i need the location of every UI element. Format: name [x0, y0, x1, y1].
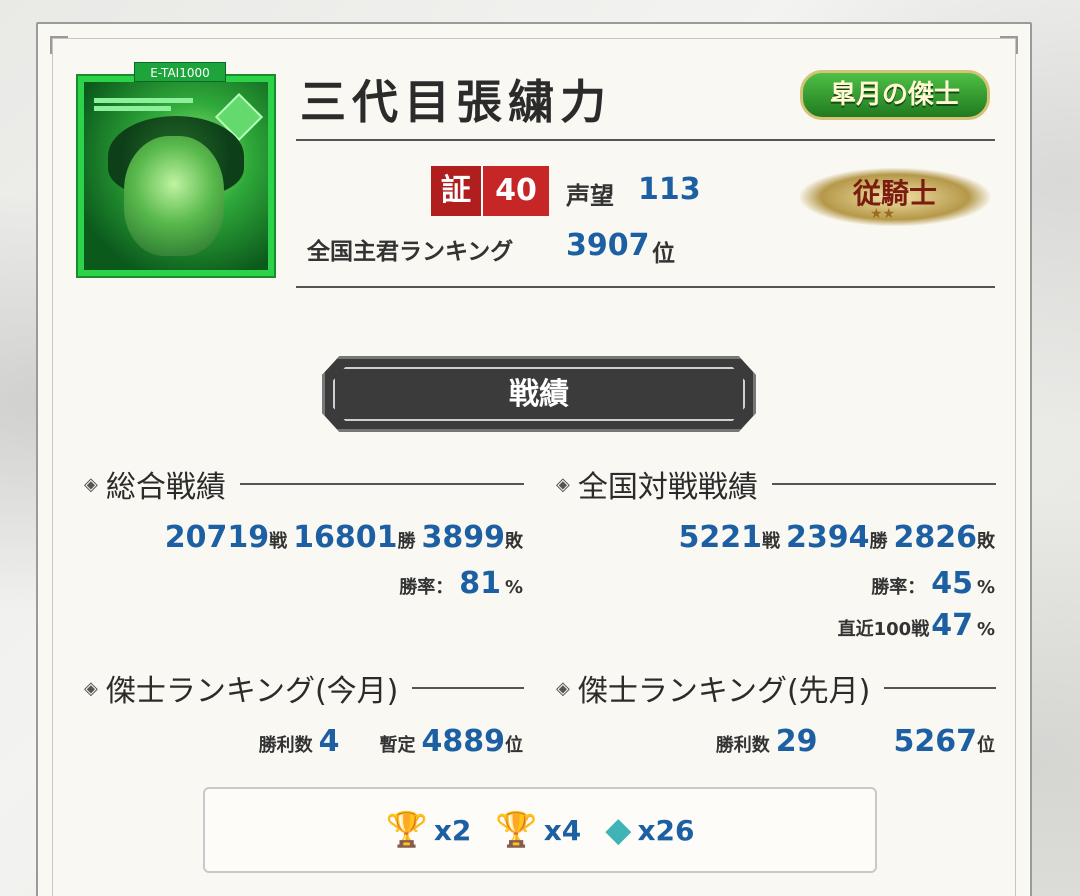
ranking-this-month-rank: 4889: [421, 724, 506, 759]
overall-heading-label: 総合戦績: [105, 470, 226, 505]
ranking-this-month-stats: 勝利数 4 暫定 4889 位: [258, 724, 523, 759]
ranking-this-month-wins: 4: [318, 724, 340, 759]
ranking-unit: 位: [652, 241, 675, 267]
ranking-last-month-wins: 29: [775, 724, 818, 759]
medal-count: x26: [637, 813, 695, 847]
corner-ornament: [1000, 36, 1018, 54]
silver-trophy-icon: 🏆: [385, 810, 428, 850]
medal-icon: ◆: [605, 810, 632, 850]
ranking-this-month-label: 傑士ランキング(今月): [105, 674, 399, 709]
overall-battles: 20719: [164, 520, 270, 555]
national-heading-label: 全国対戦戦績: [577, 470, 758, 505]
bronze-trophy-icon: 🏆: [495, 810, 538, 850]
ranking-last-month-rank: 5267: [893, 724, 978, 759]
player-avatar[interactable]: E-TAI1000: [76, 62, 276, 278]
national-recent-rate: 直近100戦 47 %: [837, 608, 995, 643]
national-battles: 5221: [678, 520, 763, 555]
national-heading: ◈ 全国対戦戦績: [556, 462, 996, 506]
divider: [296, 286, 995, 288]
national-losses: 2826: [893, 520, 978, 555]
overall-heading: ◈ 総合戦績: [84, 462, 524, 506]
ranking-last-month-label: 傑士ランキング(先月): [577, 674, 871, 709]
overall-rate-value: 81: [459, 566, 501, 601]
ranking-last-month-heading: ◈ 傑士ランキング(先月): [556, 666, 996, 710]
diamond-bullet-icon: ◈: [84, 473, 98, 495]
medal[interactable]: ◆ x26: [605, 810, 694, 850]
diamond-bullet-icon: ◈: [556, 677, 570, 699]
cert-kanji: 証: [431, 166, 481, 216]
bronze-trophy-count: x4: [543, 813, 582, 847]
trophy-summary[interactable]: 🏆 x2 🏆 x4 ◆ x26: [203, 787, 877, 873]
banner-label: 戦績: [333, 367, 745, 421]
bronze-trophy[interactable]: 🏆 x4: [495, 810, 581, 850]
diamond-bullet-icon: ◈: [556, 473, 570, 495]
renown-label: 声望: [566, 182, 614, 210]
corner-ornament: [50, 36, 68, 54]
avatar-tag: E-TAI1000: [134, 62, 226, 82]
title-badge[interactable]: 皐月の傑士: [800, 70, 990, 120]
knight-stars: ★★: [870, 206, 896, 222]
renown-value: 113: [638, 172, 701, 207]
national-rate-value: 45: [931, 566, 973, 601]
ranking-this-month-heading: ◈ 傑士ランキング(今月): [84, 666, 524, 710]
national-stats: 5221 戦 2394 勝 2826 敗: [678, 520, 996, 555]
ranking-last-month-stats: 勝利数 29 5267 位: [715, 724, 995, 759]
ranking-value: 3907: [566, 228, 650, 263]
ranking-label: 全国主君ランキング: [307, 239, 514, 265]
diamond-bullet-icon: ◈: [84, 677, 98, 699]
divider: [296, 139, 995, 141]
national-wins: 2394: [786, 520, 870, 555]
overall-stats: 20719 戦 16801 勝 3899 敗: [164, 520, 523, 555]
overall-losses: 3899: [421, 520, 506, 555]
cert-level: 40: [481, 166, 549, 216]
overall-rate: 勝率： 81 %: [399, 566, 523, 601]
avatar-bars: [94, 98, 204, 114]
cert-badge: 証 40: [431, 166, 549, 216]
national-rate: 勝率： 45 %: [871, 566, 995, 601]
overall-wins: 16801: [293, 520, 398, 555]
silver-trophy[interactable]: 🏆 x2: [386, 810, 472, 850]
national-recent-value: 47: [931, 608, 973, 643]
avatar-face: [124, 136, 224, 256]
silver-trophy-count: x2: [433, 813, 472, 847]
record-banner: 戦績: [322, 356, 756, 432]
player-name: 三代目張繍力: [300, 75, 612, 129]
